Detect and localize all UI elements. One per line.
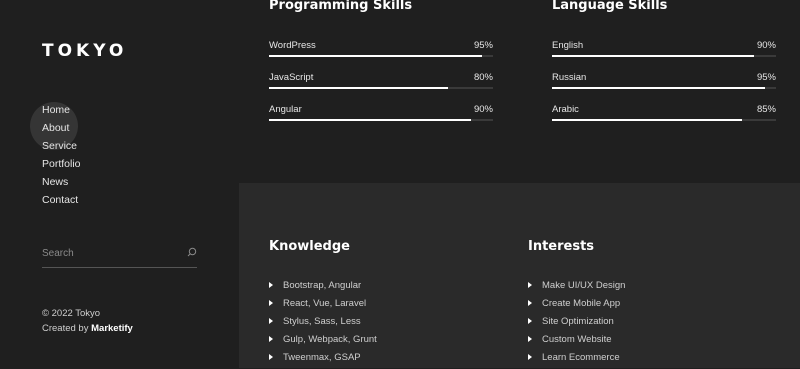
language-skills-title: Language Skills [552,0,668,13]
skill-row: JavaScript 80% [269,72,493,96]
list-item-label: Bootstrap, Angular [283,280,362,291]
skill-percent: 80% [473,72,493,83]
nav-item-home[interactable]: Home [42,101,81,119]
skill-bar-fill [552,55,754,57]
skill-bar-track [269,55,493,57]
skill-row: English 90% [552,40,776,64]
list-item: Learn Ecommerce [528,351,625,369]
list-item: Bootstrap, Angular [269,279,377,297]
copyright: © 2022 Tokyo Created by Marketify [42,306,133,336]
skill-row: Angular 90% [269,104,493,128]
skill-row: Arabic 85% [552,104,776,128]
list-item-label: Stylus, Sass, Less [283,316,361,327]
list-item: Gulp, Webpack, Grunt [269,333,377,351]
knowledge-interests-section: Knowledge Bootstrap, Angular React, Vue,… [239,183,800,368]
skill-bar-track [552,119,776,121]
skill-bar-fill [269,119,471,121]
skill-name: WordPress [269,40,316,51]
knowledge-title: Knowledge [269,239,350,254]
list-item: Tweenmax, GSAP [269,351,377,369]
skill-row: Russian 95% [552,72,776,96]
list-item-label: React, Vue, Laravel [283,298,367,309]
list-item-label: Create Mobile App [542,298,621,309]
list-item: Make UI/UX Design [528,279,625,297]
created-by-label: Created by [42,323,89,334]
skill-percent: 90% [756,40,776,51]
skill-name: JavaScript [269,72,314,83]
list-item: Stylus, Sass, Less [269,315,377,333]
caret-right-icon [528,300,532,306]
caret-right-icon [528,282,532,288]
created-by-brand-link[interactable]: Marketify [91,323,133,334]
list-item-label: Tweenmax, GSAP [283,352,361,363]
list-item: Create Mobile App [528,297,625,315]
skill-bar-track [269,119,493,121]
sidebar: TOKYO Home About Service Portfolio News … [0,0,239,368]
skill-bar-fill [552,119,743,121]
search-box [42,242,197,268]
skill-name: English [552,40,584,51]
skill-bar-track [269,87,493,89]
list-item: React, Vue, Laravel [269,297,377,315]
skill-name: Angular [269,104,302,115]
skill-bar-track [552,55,776,57]
skill-percent: 85% [756,104,776,115]
skill-bar-fill [269,87,449,89]
main-nav: Home About Service Portfolio News Contac… [42,101,81,209]
list-item-label: Make UI/UX Design [542,280,626,291]
caret-right-icon [528,354,532,360]
skill-name: Russian [552,72,587,83]
skill-percent: 95% [473,40,493,51]
interests-list: Make UI/UX Design Create Mobile App Site… [528,279,625,369]
nav-item-news[interactable]: News [42,173,81,191]
programming-skills-title: Programming Skills [269,0,413,13]
caret-right-icon [528,336,532,342]
nav-item-contact[interactable]: Contact [42,191,81,209]
list-item-label: Learn Ecommerce [542,352,620,363]
knowledge-list: Bootstrap, Angular React, Vue, Laravel S… [269,279,377,369]
skill-percent: 95% [756,72,776,83]
caret-right-icon [269,354,273,360]
search-icon[interactable] [187,247,197,257]
skill-row: WordPress 95% [269,40,493,64]
logo[interactable]: TOKYO [42,41,127,61]
caret-right-icon [269,318,273,324]
skills-section: Programming Skills WordPress 95% JavaScr… [239,0,800,183]
caret-right-icon [528,318,532,324]
created-by: Created by Marketify [42,321,133,336]
list-item-label: Gulp, Webpack, Grunt [283,334,377,345]
skill-name: Arabic [552,104,579,115]
skill-percent: 90% [473,104,493,115]
nav-item-portfolio[interactable]: Portfolio [42,155,81,173]
caret-right-icon [269,300,273,306]
skill-bar-track [552,87,776,89]
nav-item-service[interactable]: Service [42,137,81,155]
list-item-label: Custom Website [542,334,612,345]
list-item-label: Site Optimization [542,316,614,327]
nav-item-about[interactable]: About [42,119,81,137]
skill-bar-fill [552,87,765,89]
caret-right-icon [269,336,273,342]
copyright-text: © 2022 Tokyo [42,308,101,319]
caret-right-icon [269,282,273,288]
list-item: Custom Website [528,333,625,351]
skill-bar-fill [269,55,482,57]
search-input[interactable] [42,244,177,262]
interests-title: Interests [528,239,595,254]
list-item: Site Optimization [528,315,625,333]
